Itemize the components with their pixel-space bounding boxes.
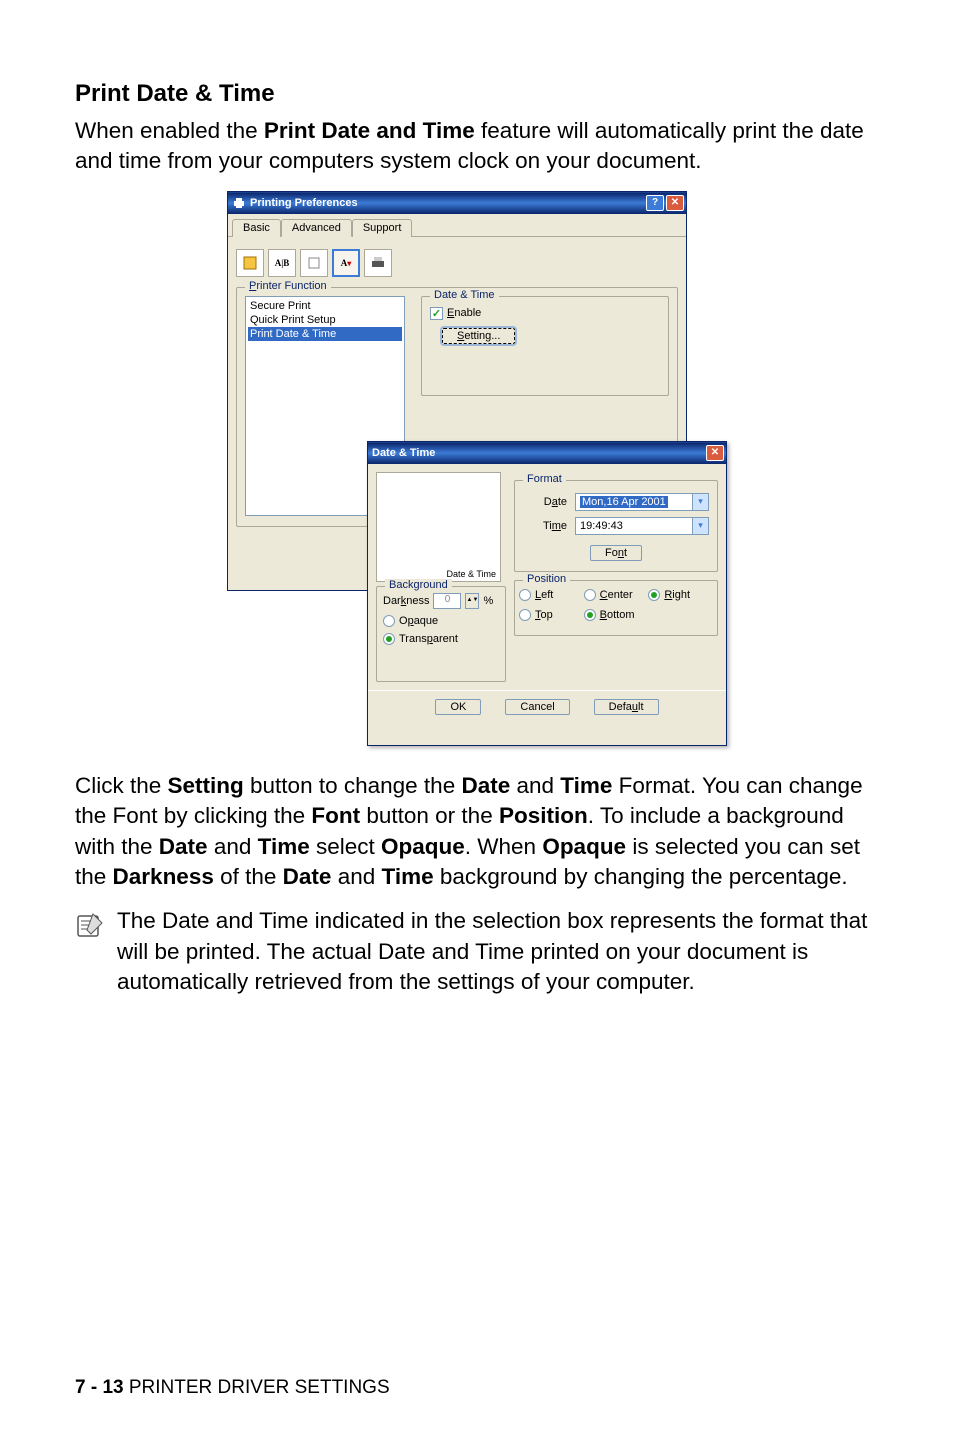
note-icon <box>75 906 107 997</box>
close-button[interactable]: ✕ <box>666 195 684 211</box>
pos-center-label: Center <box>600 589 633 601</box>
pos-top-label: Top <box>535 609 553 621</box>
page-footer: 7 - 13 PRINTER DRIVER SETTINGS <box>75 1377 879 1399</box>
pos-right-label: Right <box>664 589 690 601</box>
pos-left-label: Left <box>535 589 553 601</box>
date-value: Mon,16 Apr 2001 <box>580 496 668 508</box>
tab-support[interactable]: Support <box>352 219 413 237</box>
window-title: Printing Preferences <box>250 197 358 209</box>
pos-bottom-label: Bottom <box>600 609 635 621</box>
preview-label: Date & Time <box>446 569 496 579</box>
help-button[interactable]: ? <box>646 195 664 211</box>
font-button[interactable]: Font <box>590 545 642 561</box>
date-time-dialog: Date & Time ✕ Date & Time Background Dar… <box>367 441 727 746</box>
transparent-label: Transparent <box>399 633 458 645</box>
func-item-2[interactable]: Print Date & Time <box>248 327 402 341</box>
pos-left-radio[interactable] <box>519 589 531 601</box>
opaque-label: Opaque <box>399 615 438 627</box>
screenshot: Printing Preferences ? ✕ Basic Advanced … <box>227 191 727 751</box>
chevron-down-icon-2: ▾ <box>692 518 708 534</box>
func-item-1[interactable]: Quick Print Setup <box>248 313 402 327</box>
darkness-unit: % <box>483 595 493 607</box>
pos-right-radio[interactable] <box>648 589 660 601</box>
enable-label: Enable <box>447 307 481 319</box>
default-button[interactable]: Default <box>594 699 659 715</box>
time-combo[interactable]: 19:49:43 ▾ <box>575 517 709 535</box>
pos-bottom-radio[interactable] <box>584 609 596 621</box>
note-text: The Date and Time indicated in the selec… <box>117 906 879 997</box>
sub-title: Date & Time <box>372 447 435 459</box>
intro-run-1: Print Date and Time <box>264 118 475 143</box>
date-label: Date <box>523 496 567 508</box>
date-combo[interactable]: Mon,16 Apr 2001 ▾ <box>575 493 709 511</box>
sub-titlebar: Date & Time ✕ <box>368 442 726 464</box>
time-value: 19:49:43 <box>580 520 623 532</box>
chevron-down-icon: ▾ <box>692 494 708 510</box>
darkness-spinner[interactable]: ▲▼ <box>465 593 479 609</box>
format-title: Format <box>523 473 566 485</box>
date-time-group: Date & Time ✓ Enable Setting... <box>421 296 669 396</box>
cancel-button[interactable]: Cancel <box>505 699 569 715</box>
opaque-radio[interactable] <box>383 615 395 627</box>
tabstrip: Basic Advanced Support <box>228 214 686 237</box>
tab-advanced[interactable]: Advanced <box>281 219 352 237</box>
checkbox-icon: ✓ <box>430 307 443 320</box>
intro-run-0: When enabled the <box>75 118 264 143</box>
printer-function-title: Printer Function <box>245 280 331 292</box>
printer-icon <box>232 196 246 210</box>
sub-close-button[interactable]: ✕ <box>706 445 724 461</box>
page-number: 7 - 13 <box>75 1377 124 1398</box>
ok-button[interactable]: OK <box>435 699 481 715</box>
note-row: The Date and Time indicated in the selec… <box>75 906 879 997</box>
sub-footer: OK Cancel Default <box>368 690 726 725</box>
darkness-label: Darkness <box>383 595 429 607</box>
toolbar-btn-2[interactable]: A|B <box>268 249 296 277</box>
titlebar: Printing Preferences ? ✕ <box>228 192 686 214</box>
time-label: Time <box>523 520 567 532</box>
explanation-paragraph: Click the Setting button to change the D… <box>75 771 879 893</box>
background-title: Background <box>385 579 452 591</box>
tab-basic[interactable]: Basic <box>232 219 281 237</box>
position-group: Position Left Center Right Top Bottom <box>514 580 718 636</box>
darkness-input[interactable]: 0 <box>433 593 461 609</box>
position-title: Position <box>523 573 570 585</box>
toolbar-btn-3[interactable] <box>300 249 328 277</box>
toolbar: A|B A▾ <box>236 249 678 277</box>
enable-checkbox[interactable]: ✓ Enable <box>430 307 481 320</box>
background-group: Background Darkness 0 ▲▼ % Opaque <box>376 586 506 682</box>
setting-button[interactable]: Setting... <box>442 328 515 344</box>
section-heading: Print Date & Time <box>75 80 879 108</box>
format-group: Format Date Mon,16 Apr 2001 ▾ Time <box>514 480 718 572</box>
pos-top-radio[interactable] <box>519 609 531 621</box>
date-time-group-title: Date & Time <box>430 289 499 301</box>
intro-paragraph: When enabled the Print Date and Time fea… <box>75 116 879 177</box>
transparent-radio[interactable] <box>383 633 395 645</box>
preview-box: Date & Time <box>376 472 501 582</box>
func-item-0[interactable]: Secure Print <box>248 299 402 313</box>
toolbar-btn-4[interactable]: A▾ <box>332 249 360 277</box>
pos-center-radio[interactable] <box>584 589 596 601</box>
toolbar-btn-1[interactable] <box>236 249 264 277</box>
toolbar-btn-5[interactable] <box>364 249 392 277</box>
footer-title: PRINTER DRIVER SETTINGS <box>124 1377 390 1398</box>
